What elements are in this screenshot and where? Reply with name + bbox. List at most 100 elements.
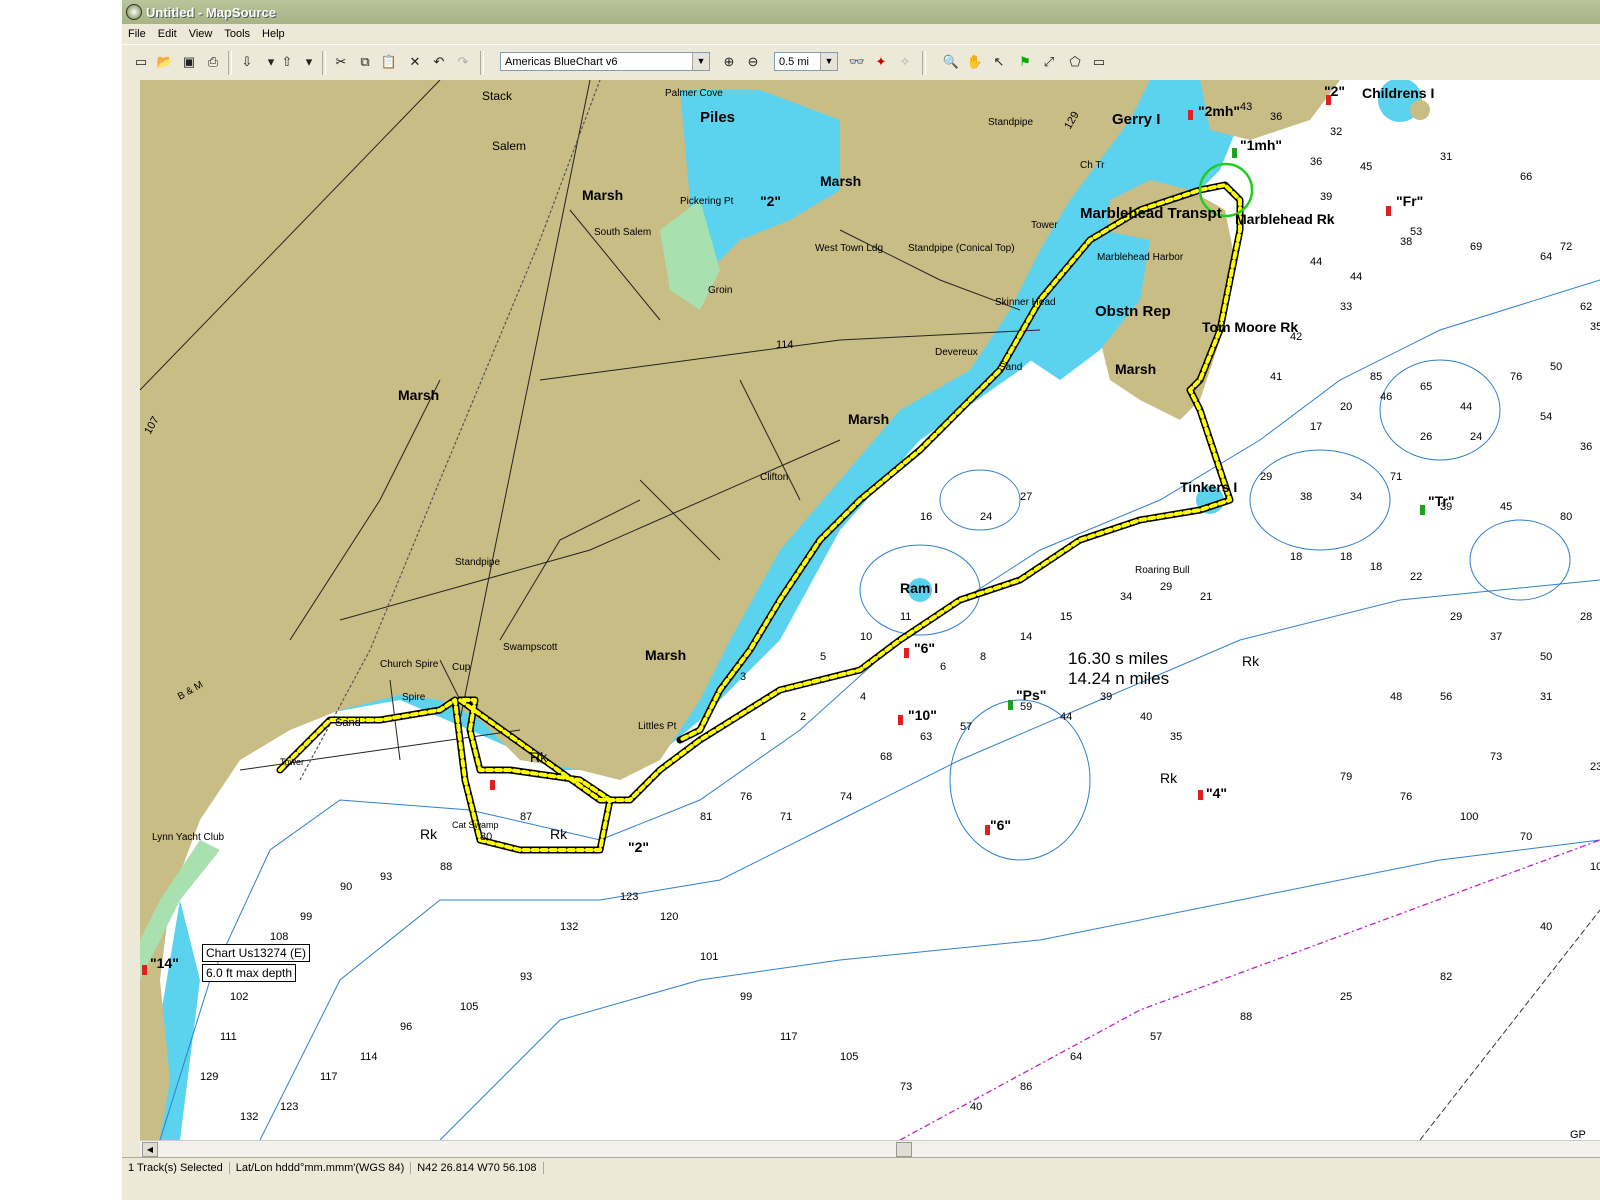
find-disabled-icon[interactable]: ✧ [894,51,916,73]
mapsource-window: Untitled - MapSource File Edit View Tool… [122,0,1600,1200]
save-icon[interactable]: ▣ [178,51,200,73]
paste-icon[interactable]: 📋 [378,51,400,73]
sounding-value: 82 [1440,971,1452,983]
red-buoy-icon [904,648,909,658]
status-selection: 1 Track(s) Selected [122,1162,230,1174]
menu-help[interactable]: Help [256,28,291,40]
sounding-value: 73 [900,1081,912,1093]
scroll-thumb[interactable] [896,1142,912,1157]
zoom-out-icon[interactable]: ⊖ [742,51,764,73]
sounding-value: 71 [780,811,792,823]
menu-tools[interactable]: Tools [218,28,256,40]
sounding-value: 99 [740,991,752,1003]
toolbar-separator [322,51,326,75]
land-label: Rk [420,826,438,842]
land-label: Piles [700,109,735,126]
draw-tool-icon[interactable]: ⬠ [1064,51,1086,73]
sounding-value: 69 [1470,241,1482,253]
sounding-value: 93 [380,871,392,883]
track-distance-nautical: 14.24 n miles [1068,669,1169,688]
sounding-value: 132 [560,921,578,933]
chevron-down-icon[interactable]: ▼ [820,53,837,70]
map-product-select[interactable]: Americas BlueChart v6 ▼ [500,52,710,71]
sounding-value: 3 [740,671,746,683]
red-buoy-icon [490,780,495,790]
copy-icon[interactable]: ⧉ [354,51,376,73]
zoom-in-icon[interactable]: ⊕ [718,51,740,73]
horizontal-scrollbar[interactable]: ◀ [140,1140,1600,1157]
land-label: Swampscott [503,642,558,653]
send-to-device-icon[interactable]: ⇧ [276,51,298,73]
menu-bar: File Edit View Tools Help [122,24,1600,44]
chevron-down-icon[interactable]: ▼ [692,53,709,70]
zoom-scale-select[interactable]: 0.5 mi ▼ [774,52,838,71]
menu-file[interactable]: File [122,28,152,40]
hand-tool-icon[interactable]: ✋ [964,51,986,73]
sounding-value: 105 [460,1001,478,1013]
sounding-value: 90 [340,881,352,893]
land-label: Childrens I [1362,85,1434,101]
status-bar: 1 Track(s) Selected Lat/Lon hddd°mm.mmm'… [122,1157,1600,1178]
undo-icon[interactable]: ↶ [428,51,450,73]
chart-view[interactable]: Stack Salem Palmer Cove Piles Marsh Pick… [140,80,1600,1140]
buoy-label: "Fr" [1396,193,1423,209]
sounding-value: 26 [1420,431,1432,443]
sounding-value: 39 [1320,191,1332,203]
redo-icon[interactable]: ↷ [452,51,474,73]
sounding-value: 76 [1510,371,1522,383]
sounding-value: 64 [1540,251,1552,263]
scroll-left-icon[interactable]: ◀ [142,1142,158,1157]
sounding-value: 29 [1160,581,1172,593]
land-label: Marsh [645,647,686,663]
print-icon[interactable]: ⎙ [202,51,224,73]
green-buoy-icon [1008,700,1013,710]
menu-view[interactable]: View [183,28,219,40]
sounding-value: 105 [840,1051,858,1063]
sounding-value: 79 [1340,771,1352,783]
menu-edit[interactable]: Edit [152,28,183,40]
cut-icon[interactable]: ✂ [330,51,352,73]
left-panel-collapsed[interactable] [122,80,141,1150]
land-label: Standpipe [988,117,1033,128]
sounding-value: 24 [980,511,992,523]
sounding-value: 101 [700,951,718,963]
window-title: Untitled - MapSource [146,4,277,20]
measure-tool-icon[interactable]: ▭ [1088,51,1110,73]
sounding-value: 39 [1100,691,1112,703]
open-folder-icon[interactable]: 📂 [154,51,176,73]
sounding-value: 40 [970,1101,982,1113]
red-buoy-icon [1386,206,1391,216]
buoy-label: "14" [150,955,179,971]
selection-tool-icon[interactable]: ↖ [988,51,1010,73]
route-tool-icon[interactable]: ⤢ [1038,51,1060,73]
sounding-value: 40 [1140,711,1152,723]
sounding-value: 36 [1580,441,1592,453]
sounding-value: 32 [1330,126,1342,138]
sounding-value: 33 [1340,301,1352,313]
nautical-chart[interactable]: Stack Salem Palmer Cove Piles Marsh Pick… [140,80,1600,1140]
delete-icon[interactable]: ✕ [404,51,426,73]
sounding-value: 2 [800,711,806,723]
sounding-value: 66 [1520,171,1532,183]
red-buoy-icon [1198,790,1203,800]
new-file-icon[interactable]: ▭ [130,51,152,73]
sounding-value: 25 [1340,991,1352,1003]
receive-from-device-icon[interactable]: ⇩ [236,51,258,73]
sounding-value: 6 [940,661,946,673]
sounding-value: 56 [1440,691,1452,703]
sounding-value: 117 [320,1071,338,1083]
sounding-value: 11 [900,611,911,623]
land-label: Salem [492,139,526,153]
green-buoy-icon [1232,148,1237,158]
find-binoculars-icon[interactable]: 👓 [846,51,868,73]
buoy-label: "2" [760,193,781,209]
sounding-value: 123 [280,1101,298,1113]
find-nearest-icon[interactable]: ✦ [870,51,892,73]
sounding-value: 44 [1060,711,1072,723]
dropdown-arrow-icon[interactable]: ▾ [298,51,320,73]
waypoint-tool-icon[interactable]: ⚑ [1014,51,1036,73]
toolbar: ▭ 📂 ▣ ⎙ ⇩ ▾ ⇧ ▾ ✂ ⧉ 📋 ✕ ↶ ↷ Americas Blu… [122,44,1600,82]
zoom-tool-icon[interactable]: 🔍 [940,51,962,73]
sounding-value: 1 [760,731,766,743]
status-position: N42 26.814 W70 56.108 [411,1162,544,1174]
